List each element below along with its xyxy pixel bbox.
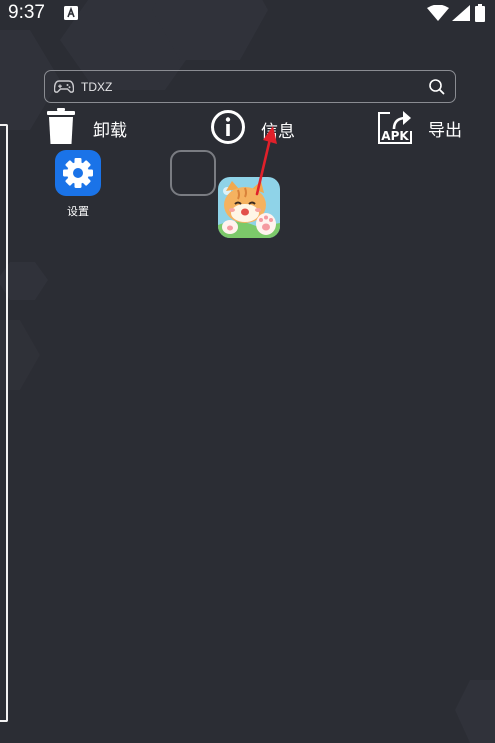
export-apk-text: APK: [381, 129, 409, 143]
info-icon: [211, 110, 245, 144]
drop-slot[interactable]: [170, 150, 216, 196]
app-settings-label: 设置: [67, 205, 89, 218]
gamepad-icon: [54, 80, 74, 93]
uninstall-action[interactable]: 卸载: [44, 107, 134, 147]
export-apk-icon: APK: [378, 111, 412, 144]
search-bar[interactable]: TDXZ: [44, 70, 456, 103]
status-time: 9:37: [8, 2, 45, 23]
app-settings[interactable]: 设置: [50, 148, 110, 220]
trash-icon: [47, 108, 75, 144]
notification-a-icon: [64, 6, 78, 20]
wifi-icon: [427, 5, 449, 21]
status-bar: 9:37: [0, 0, 495, 28]
uninstall-label: 卸载: [93, 121, 127, 141]
drag-arrow-annotation: [255, 126, 277, 196]
side-panel-edge: [0, 124, 8, 722]
search-input[interactable]: TDXZ: [81, 80, 112, 94]
battery-icon: [475, 4, 485, 22]
settings-gear-icon: [55, 150, 101, 196]
signal-icon: [452, 5, 470, 21]
search-icon[interactable]: [428, 78, 446, 96]
export-label: 导出: [428, 121, 462, 141]
export-action[interactable]: APK 导出: [376, 107, 466, 147]
